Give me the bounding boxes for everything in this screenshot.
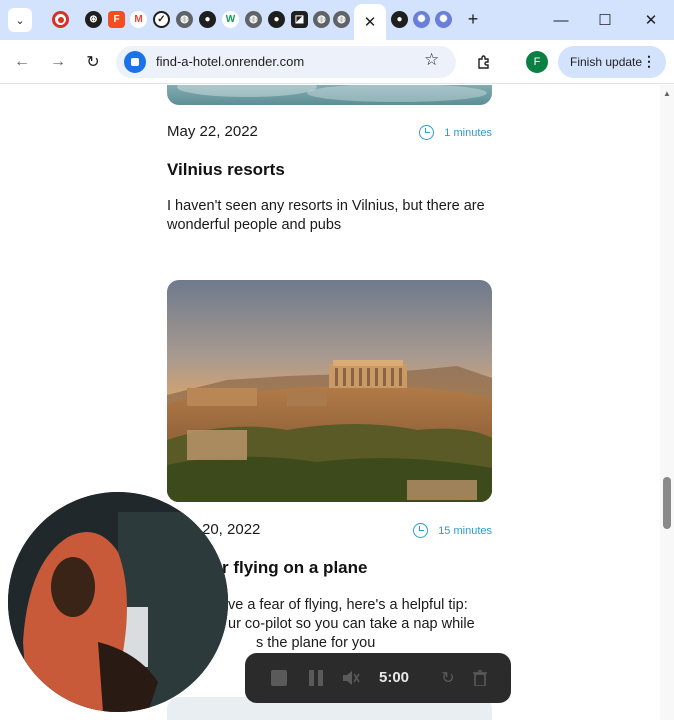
scrollbar-thumb[interactable] [663,477,671,529]
github-icon: ● [396,14,403,25]
stop-recording-button[interactable] [267,666,291,690]
tab-favicon-github-3[interactable]: ● [391,11,408,28]
tab-favicon-globe-2[interactable]: ◍ [245,11,262,28]
tab-favicon-gmail[interactable]: M [130,11,147,28]
post-meta: 20, 2022 15 minutes [167,521,492,543]
reload-button[interactable]: ↻ [81,50,105,74]
gear-icon: ✺ [417,14,426,25]
chevron-down-icon: ⌄ [15,14,25,27]
scroll-up-arrow-icon[interactable]: ▲ [663,89,671,98]
post-excerpt-line: s the plane for you [256,635,376,651]
finish-update-button[interactable]: Finish update ⋮ [558,46,666,78]
github-icon: ● [273,14,280,25]
tab-favicon-globe-3[interactable]: ◍ [313,11,330,28]
clock-icon [413,523,429,538]
acropolis-photo [167,280,492,502]
delete-recording-button[interactable] [468,666,492,690]
read-time-label: 1 minutes [444,126,492,139]
webcam-feed-image [8,492,228,712]
browser-toolbar: ← → ↻ find-a-hotel.onrender.com ☆ F Fini… [0,40,674,84]
post-title[interactable]: r flying on a plane [222,558,367,578]
post-excerpt-line: ve a fear of flying, here's a helpful ti… [228,597,468,613]
record-icon [57,16,64,23]
puzzle-icon [478,55,489,69]
pause-recording-button[interactable] [304,666,328,690]
tab-favicon-check[interactable]: ✓ [153,11,170,28]
minimize-button[interactable]: — [547,8,575,32]
tab-search-button[interactable]: ⌄ [8,8,32,32]
globe-icon: ◍ [317,14,326,25]
tab-favicon-gear-2[interactable]: ✺ [435,11,452,28]
tab-favicon-openai[interactable]: ⊛ [85,11,102,28]
check-circle-icon: ✓ [157,14,166,25]
globe-icon: ◍ [249,14,258,25]
pause-icon [309,670,323,686]
globe-icon: ◍ [337,14,346,25]
tab-strip: ⌄ ⊛ F M ✓ ◍ ● W ◍ ● ◪ ◍ ◍ ✕ ● ✺ ✺ + — ☐ … [0,0,674,40]
post-title[interactable]: Vilnius resorts [167,160,285,180]
tab-favicon-globe-4[interactable]: ◍ [333,11,350,28]
post-meta: May 22, 2022 1 minutes [167,123,492,145]
gmail-icon: M [134,14,143,25]
bookmark-star-icon[interactable]: ☆ [424,50,439,70]
finish-update-label: Finish update [570,55,643,69]
address-url[interactable]: find-a-hotel.onrender.com [156,54,304,69]
post-excerpt-line: ur co-pilot so you can take a nap while [228,616,475,632]
gear-icon: ✺ [439,14,448,25]
webcam-overlay[interactable] [8,492,228,712]
trash-icon [473,670,487,686]
profile-avatar[interactable]: F [526,51,548,73]
tab-favicon-figma[interactable]: F [108,11,125,28]
tab-favicon-app[interactable]: ◪ [291,11,308,28]
openai-icon: ⊛ [89,14,98,25]
screen-recorder-bar: 5:00 ↻ [245,653,511,703]
page-scrollbar[interactable]: ▲ [660,85,674,720]
post-excerpt: ve a fear of flying, here's a helpful ti… [228,596,498,653]
tab-favicon-record[interactable] [52,11,69,28]
active-tab[interactable]: ✕ [354,4,386,40]
close-tab-icon[interactable]: ✕ [364,13,377,31]
recording-timer: 5:00 [379,669,410,686]
reload-icon: ↻ [86,54,100,71]
back-button[interactable]: ← [10,50,34,74]
site-info-icon[interactable] [124,51,146,73]
maximize-button[interactable]: ☐ [591,8,619,32]
tab-favicon-gear[interactable]: ✺ [413,11,430,28]
post-image-vilnius[interactable] [167,85,492,105]
address-bar[interactable]: find-a-hotel.onrender.com ☆ [116,46,456,78]
post-image-acropolis[interactable] [167,280,492,502]
menu-dots-icon[interactable]: ⋮ [642,53,656,70]
close-window-button[interactable]: ✕ [637,8,665,32]
post-date: May 22, 2022 [167,123,258,140]
tab-favicon-github-2[interactable]: ● [268,11,285,28]
arrow-left-icon: ← [14,53,30,70]
github-icon: ● [204,14,211,25]
sky-clouds-image [177,85,487,102]
restart-icon: ↻ [441,670,455,687]
stop-icon [271,670,287,686]
tab-favicon-w[interactable]: W [222,11,239,28]
arrow-right-icon: → [50,53,66,70]
mute-button[interactable] [340,666,364,690]
read-time: 15 minutes [413,523,492,538]
tab-favicon-github[interactable]: ● [199,11,216,28]
app-icon: ◪ [294,14,305,25]
clock-icon [419,125,435,140]
read-time: 1 minutes [419,125,492,140]
post-date: 20, 2022 [202,521,261,538]
w-icon: W [225,14,236,25]
tab-favicon-globe[interactable]: ◍ [176,11,193,28]
globe-icon: ◍ [180,14,189,25]
speaker-icon [343,671,360,685]
restart-recording-button[interactable]: ↻ [436,666,460,690]
post-excerpt: I haven't seen any resorts in Vilnius, b… [167,198,485,233]
figma-icon: F [113,14,120,25]
read-time-label: 15 minutes [438,524,492,537]
forward-button[interactable]: → [46,50,70,74]
new-tab-button[interactable]: + [462,8,484,30]
extensions-button[interactable] [472,50,496,74]
